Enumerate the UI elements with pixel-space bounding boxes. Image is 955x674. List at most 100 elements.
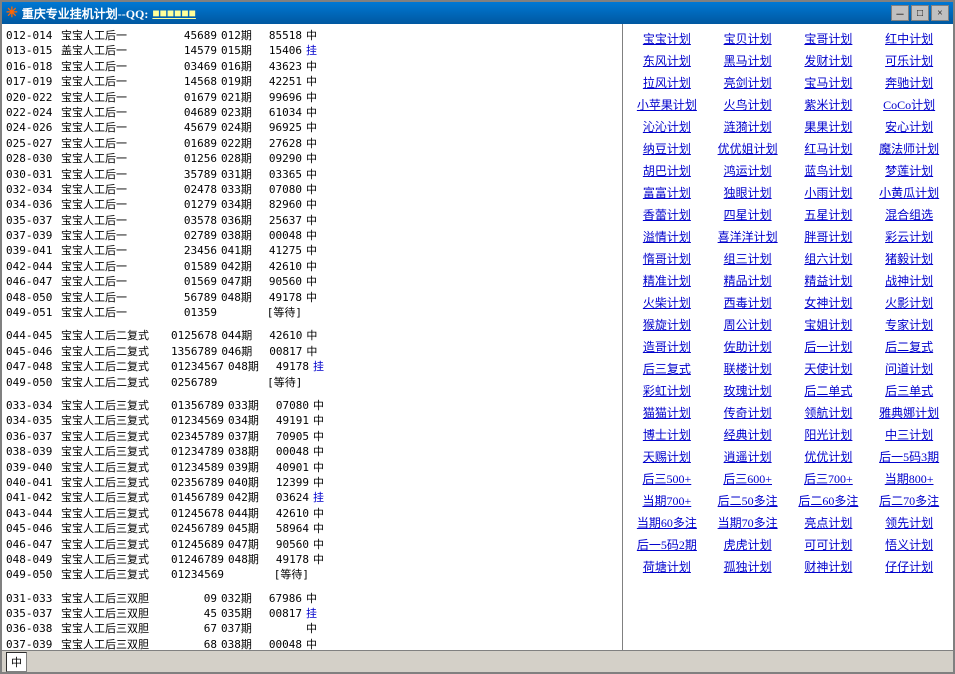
close-button[interactable]: × (931, 5, 949, 21)
plan-link[interactable]: 女神计划 (789, 292, 869, 313)
plan-link[interactable]: 中三计划 (869, 424, 949, 445)
plan-link[interactable]: 喜洋洋计划 (708, 226, 788, 247)
minimize-button[interactable]: － (891, 5, 909, 21)
plan-link[interactable]: 火影计划 (869, 292, 949, 313)
plan-link[interactable]: 后二单式 (789, 380, 869, 401)
plan-link[interactable]: 精益计划 (789, 270, 869, 291)
plan-link[interactable]: 天赐计划 (627, 446, 707, 467)
plan-link[interactable]: 小黄瓜计划 (869, 182, 949, 203)
plan-link[interactable]: 猪毅计划 (869, 248, 949, 269)
plan-link[interactable]: 后三复式 (627, 358, 707, 379)
plan-link[interactable]: 黑马计划 (708, 50, 788, 71)
plan-link[interactable]: 联楼计划 (708, 358, 788, 379)
plan-link[interactable]: 拉风计划 (627, 72, 707, 93)
plan-link[interactable]: 魔法师计划 (869, 138, 949, 159)
plan-link[interactable]: 沁沁计划 (627, 116, 707, 137)
plan-link[interactable]: 组六计划 (789, 248, 869, 269)
plan-link[interactable]: 小苹果计划 (627, 94, 707, 115)
plan-link[interactable]: 宝哥计划 (789, 28, 869, 49)
plan-link[interactable]: 经典计划 (708, 424, 788, 445)
plan-link[interactable]: 东风计划 (627, 50, 707, 71)
plan-link[interactable]: 后三600+ (708, 468, 788, 489)
plan-link[interactable]: 仔仔计划 (869, 556, 949, 577)
plan-link[interactable]: 胖哥计划 (789, 226, 869, 247)
plan-link[interactable]: 红马计划 (789, 138, 869, 159)
plan-link[interactable]: 周公计划 (708, 314, 788, 335)
plan-link[interactable]: 果果计划 (789, 116, 869, 137)
plan-link[interactable]: 溢情计划 (627, 226, 707, 247)
plan-link[interactable]: 后二60多注 (789, 490, 869, 511)
plan-link[interactable]: 领先计划 (869, 512, 949, 533)
plan-link[interactable]: 悟义计划 (869, 534, 949, 555)
plan-link[interactable]: 虎虎计划 (708, 534, 788, 555)
plan-link[interactable]: 涟漪计划 (708, 116, 788, 137)
plan-link[interactable]: 鸿运计划 (708, 160, 788, 181)
plan-link[interactable]: 后一计划 (789, 336, 869, 357)
plan-link[interactable]: 火柴计划 (627, 292, 707, 313)
plan-link[interactable]: 当期70多注 (708, 512, 788, 533)
plan-link[interactable]: 五星计划 (789, 204, 869, 225)
data-scroll[interactable]: 012-014宝宝人工后一45689012期85518中013-015盖宝人工后… (2, 24, 622, 650)
plan-link[interactable]: 紫米计划 (789, 94, 869, 115)
plan-link[interactable]: 宝姐计划 (789, 314, 869, 335)
plan-link[interactable]: 后一5码3期 (869, 446, 949, 467)
plan-link[interactable]: 佐助计划 (708, 336, 788, 357)
plan-link[interactable]: 香蕾计划 (627, 204, 707, 225)
plan-link[interactable]: 猫猫计划 (627, 402, 707, 423)
plan-link[interactable]: 奔驰计划 (869, 72, 949, 93)
plan-link[interactable]: 优优计划 (789, 446, 869, 467)
plan-link[interactable]: 宝贝计划 (708, 28, 788, 49)
plan-link[interactable]: 后一5码2期 (627, 534, 707, 555)
plan-link[interactable]: 当期60多注 (627, 512, 707, 533)
plan-link[interactable]: 阳光计划 (789, 424, 869, 445)
plan-link[interactable]: 小雨计划 (789, 182, 869, 203)
plan-link[interactable]: 组三计划 (708, 248, 788, 269)
plan-link[interactable]: 财神计划 (789, 556, 869, 577)
qq-link[interactable]: ■■■■■■ (152, 6, 196, 21)
plan-link[interactable]: 独眼计划 (708, 182, 788, 203)
plan-link[interactable]: 荷塘计划 (627, 556, 707, 577)
plan-link[interactable]: 造哥计划 (627, 336, 707, 357)
plan-link[interactable]: 后三700+ (789, 468, 869, 489)
plan-link[interactable]: 问道计划 (869, 358, 949, 379)
plan-link[interactable]: 彩云计划 (869, 226, 949, 247)
plan-link[interactable]: 红中计划 (869, 28, 949, 49)
plan-link[interactable]: 惰哥计划 (627, 248, 707, 269)
plan-link[interactable]: 火鸟计划 (708, 94, 788, 115)
plan-link[interactable]: 梦莲计划 (869, 160, 949, 181)
plan-link[interactable]: 天使计划 (789, 358, 869, 379)
plan-link[interactable]: 领航计划 (789, 402, 869, 423)
plan-link[interactable]: 富富计划 (627, 182, 707, 203)
plan-link[interactable]: 混合组选 (869, 204, 949, 225)
plan-link[interactable]: 战神计划 (869, 270, 949, 291)
plan-link[interactable]: 彩虹计划 (627, 380, 707, 401)
plan-link[interactable]: 亮剑计划 (708, 72, 788, 93)
plan-link[interactable]: 宝马计划 (789, 72, 869, 93)
plan-link[interactable]: 胡巴计划 (627, 160, 707, 181)
plan-link[interactable]: 安心计划 (869, 116, 949, 137)
plan-link[interactable]: 宝宝计划 (627, 28, 707, 49)
plan-link[interactable]: 猴旋计划 (627, 314, 707, 335)
plan-link[interactable]: 博士计划 (627, 424, 707, 445)
plan-link[interactable]: 后二复式 (869, 336, 949, 357)
plan-link[interactable]: 后三单式 (869, 380, 949, 401)
plan-link[interactable]: 优优姐计划 (708, 138, 788, 159)
plan-link[interactable]: 逍遥计划 (708, 446, 788, 467)
plan-link[interactable]: 精准计划 (627, 270, 707, 291)
plan-link[interactable]: 亮点计划 (789, 512, 869, 533)
plan-link[interactable]: 可可计划 (789, 534, 869, 555)
plan-link[interactable]: 可乐计划 (869, 50, 949, 71)
plan-link[interactable]: 蓝鸟计划 (789, 160, 869, 181)
plan-link[interactable]: CoCo计划 (869, 94, 949, 115)
restore-button[interactable]: □ (911, 5, 929, 21)
plan-link[interactable]: 孤独计划 (708, 556, 788, 577)
plan-link[interactable]: 专家计划 (869, 314, 949, 335)
plan-link[interactable]: 西毒计划 (708, 292, 788, 313)
plan-link[interactable]: 当期700+ (627, 490, 707, 511)
plan-link[interactable]: 雅典娜计划 (869, 402, 949, 423)
plan-link[interactable]: 发财计划 (789, 50, 869, 71)
plan-link[interactable]: 四星计划 (708, 204, 788, 225)
plan-link[interactable]: 后三500+ (627, 468, 707, 489)
plan-link[interactable]: 纳豆计划 (627, 138, 707, 159)
plan-link[interactable]: 玫瑰计划 (708, 380, 788, 401)
